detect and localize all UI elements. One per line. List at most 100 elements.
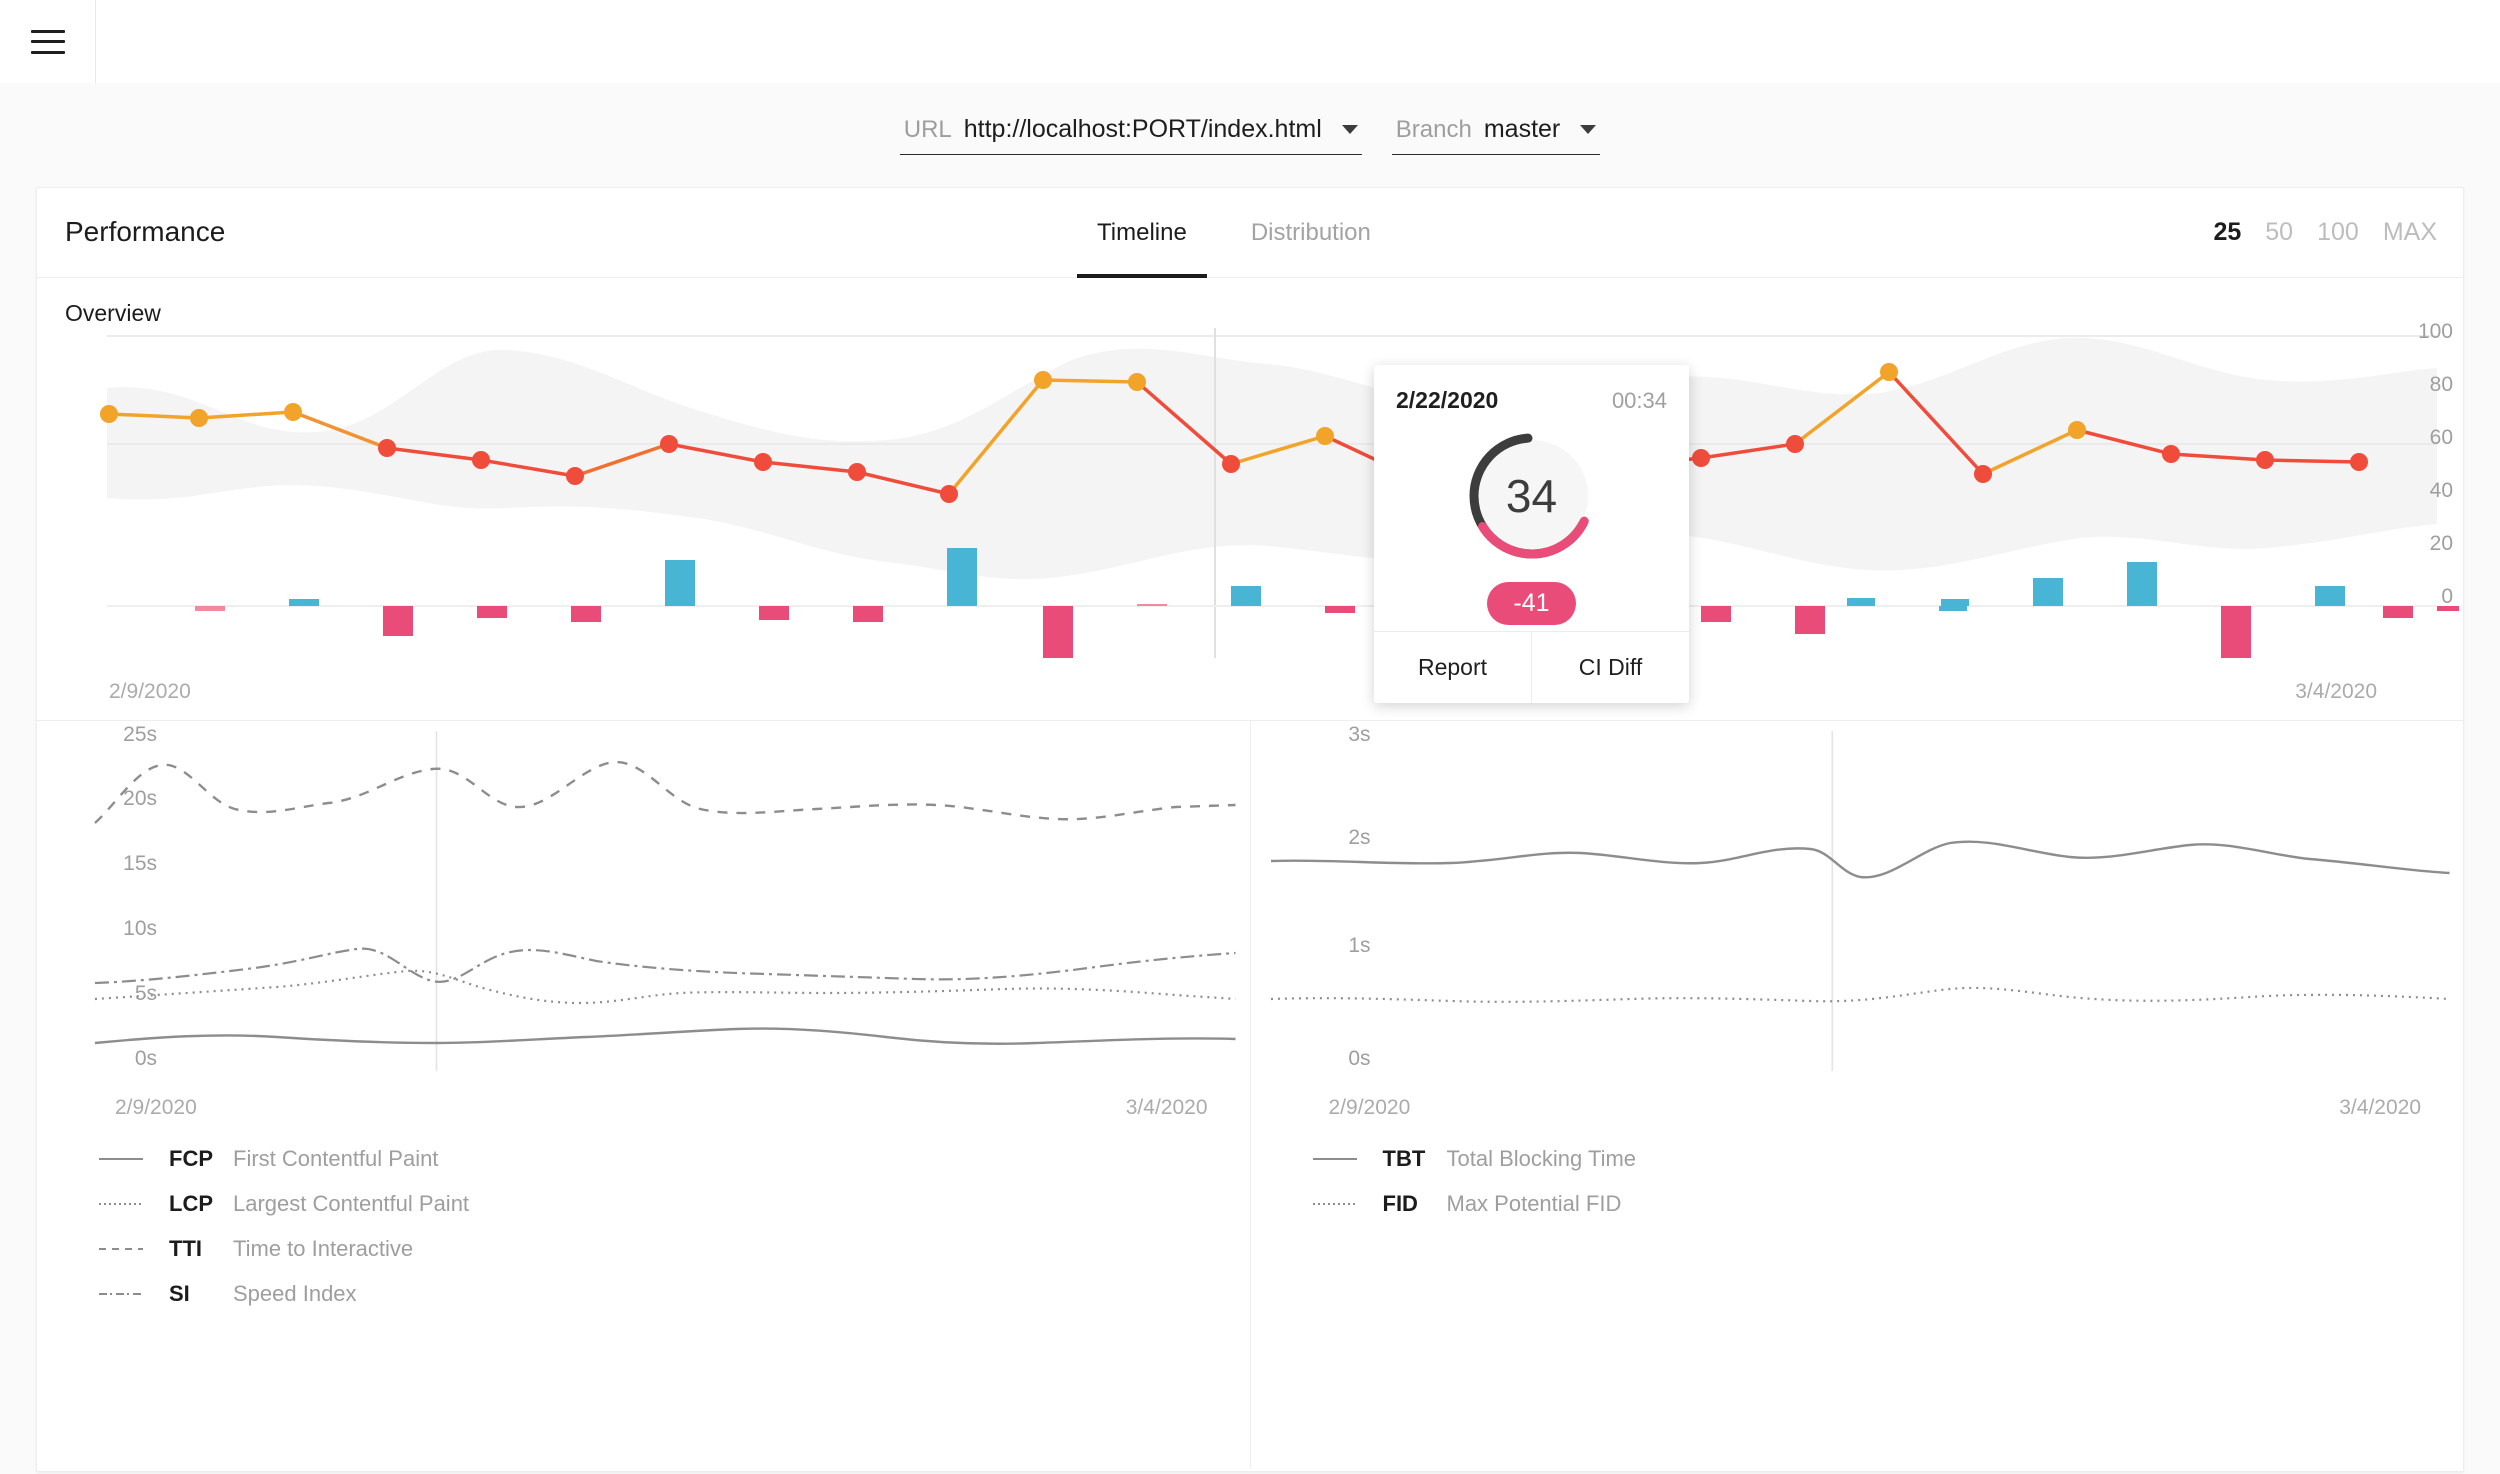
overview-date-end: 3/4/2020	[2295, 680, 2377, 703]
tbt-line	[1270, 840, 2450, 879]
range-100[interactable]: 100	[2317, 218, 2359, 247]
legend-label: Max Potential FID	[1446, 1190, 1622, 1216]
lcp-line	[94, 969, 1236, 1005]
metric-panels: 25s 20s 15s 10s 5s 0s 2/9/2020 3/4/2020 …	[37, 721, 2463, 1469]
legend-abbr: FID	[1382, 1190, 1418, 1216]
fcp-line	[94, 1027, 1236, 1045]
legend-abbr: LCP	[169, 1190, 213, 1216]
legend-abbr: TTI	[169, 1235, 202, 1261]
legend-item-fid[interactable]: FID Max Potential FID	[1312, 1181, 1637, 1226]
y-tick-20: 20	[2429, 532, 2453, 555]
fid-line	[1270, 986, 2450, 1003]
paint-date-axis: 2/9/2020 3/4/2020	[37, 1096, 1250, 1122]
blocking-date-start: 2/9/2020	[1328, 1096, 1411, 1119]
y-tick-25s: 25s	[123, 723, 157, 746]
tooltip-header: 2/22/2020 00:34	[1374, 365, 1689, 418]
report-button[interactable]: Report	[1374, 632, 1531, 703]
tti-swatch-icon	[99, 1247, 143, 1250]
legend-item-tti[interactable]: TTI Time to Interactive	[99, 1226, 469, 1271]
fcp-swatch-icon	[99, 1157, 143, 1160]
y-tick-1s: 1s	[1348, 934, 1371, 957]
card-header: Performance Timeline Distribution 25 50 …	[37, 188, 2463, 278]
y-tick-2s: 2s	[1348, 826, 1371, 849]
legend-item-lcp[interactable]: LCP Largest Contentful Paint	[99, 1181, 469, 1226]
performance-card: Performance Timeline Distribution 25 50 …	[36, 187, 2464, 1472]
ci-diff-button[interactable]: CI Diff	[1531, 632, 1689, 703]
overview-delta-bars[interactable]	[195, 548, 2459, 658]
tbt-swatch-icon	[1312, 1157, 1357, 1160]
blocking-legend: TBT Total Blocking Time FID Max Potentia…	[1312, 1136, 1637, 1226]
tab-timeline[interactable]: Timeline	[1077, 188, 1207, 278]
range-selector: 25 50 100 MAX	[2213, 218, 2437, 247]
overview-y-axis: 100 80 60 40 20 0	[2383, 320, 2453, 618]
legend-abbr: TBT	[1382, 1145, 1426, 1171]
app-bar	[0, 0, 2500, 83]
y-tick-10s: 10s	[123, 917, 157, 940]
y-tick-15s: 15s	[123, 852, 157, 875]
score-gauge: 34	[1458, 422, 1606, 570]
url-selector-value: http://localhost:PORT/index.html	[963, 115, 1322, 143]
y-tick-0s: 0s	[134, 1047, 157, 1070]
fid-swatch-icon	[1312, 1202, 1357, 1205]
y-tick-100: 100	[2417, 320, 2453, 343]
hamburger-menu-icon[interactable]	[30, 29, 65, 54]
chevron-down-icon[interactable]	[1580, 125, 1597, 134]
tooltip-time: 00:34	[1611, 388, 1667, 413]
url-selector[interactable]: URL http://localhost:PORT/index.html	[899, 115, 1362, 155]
range-25[interactable]: 25	[2213, 218, 2241, 247]
y-tick-60: 60	[2429, 426, 2453, 449]
si-swatch-icon	[99, 1292, 143, 1295]
range-max[interactable]: MAX	[2383, 218, 2437, 247]
tooltip-date: 2/22/2020	[1396, 387, 1499, 413]
y-tick-0: 0	[2441, 585, 2453, 608]
legend-item-si[interactable]: SI Speed Index	[99, 1271, 469, 1316]
legend-abbr: FCP	[169, 1145, 213, 1171]
blocking-date-axis: 2/9/2020 3/4/2020	[1251, 1096, 2464, 1122]
y-tick-3s: 3s	[1348, 723, 1371, 746]
legend-label: Time to Interactive	[233, 1235, 414, 1261]
view-tabs: Timeline Distribution	[1077, 188, 1391, 278]
branch-selector-value: master	[1483, 115, 1561, 143]
paint-y-axis: 25s 20s 15s 10s 5s 0s	[97, 723, 157, 1091]
branch-selector[interactable]: Branch master	[1391, 115, 1601, 155]
tti-line	[94, 760, 1236, 824]
tooltip-gauge-wrap: 34 -41	[1374, 418, 1689, 631]
y-tick-80: 80	[2429, 373, 2453, 396]
page-title: Performance	[65, 216, 226, 247]
legend-label: First Contentful Paint	[233, 1145, 439, 1171]
blocking-metrics-chart[interactable]	[1251, 731, 2464, 1091]
paint-metrics-chart[interactable]	[37, 731, 1250, 1091]
filter-bar: URL http://localhost:PORT/index.html Bra…	[0, 83, 2500, 187]
y-tick-40: 40	[2429, 479, 2453, 502]
tab-timeline-label: Timeline	[1097, 219, 1187, 246]
branch-selector-label: Branch	[1395, 116, 1472, 143]
y-tick-20s: 20s	[123, 787, 157, 810]
legend-label: Speed Index	[233, 1280, 357, 1306]
paint-date-start: 2/9/2020	[115, 1096, 197, 1119]
overview-section: Overview 100 80 60 40 20 0 2/9/2020 3/4/…	[37, 278, 2463, 721]
legend-abbr: SI	[169, 1280, 190, 1306]
si-line	[94, 947, 1236, 985]
paint-legend: FCP First Contentful Paint LCP Largest C…	[99, 1136, 469, 1316]
blocking-date-end: 3/4/2020	[2339, 1096, 2421, 1119]
lcp-swatch-icon	[99, 1202, 143, 1205]
range-50[interactable]: 50	[2265, 218, 2293, 247]
tab-distribution[interactable]: Distribution	[1231, 188, 1391, 278]
score-value: 34	[1505, 470, 1558, 522]
legend-label: Total Blocking Time	[1446, 1145, 1637, 1171]
legend-item-fcp[interactable]: FCP First Contentful Paint	[99, 1136, 469, 1181]
paint-metrics-panel: 25s 20s 15s 10s 5s 0s 2/9/2020 3/4/2020 …	[37, 721, 1251, 1469]
app-root: URL http://localhost:PORT/index.html Bra…	[0, 0, 2500, 1474]
overview-chart[interactable]	[37, 328, 2465, 658]
overview-date-axis: 2/9/2020 3/4/2020	[37, 680, 2463, 706]
tab-distribution-label: Distribution	[1250, 219, 1371, 246]
url-selector-label: URL	[903, 116, 952, 143]
y-tick-5s: 5s	[134, 982, 157, 1005]
overview-date-start: 2/9/2020	[109, 680, 191, 703]
overview-label: Overview	[65, 300, 161, 326]
menu-button[interactable]	[0, 0, 96, 83]
legend-item-tbt[interactable]: TBT Total Blocking Time	[1312, 1136, 1637, 1181]
score-tooltip[interactable]: 2/22/2020 00:34 34 -41 Report CI Diff	[1374, 365, 1689, 703]
chevron-down-icon[interactable]	[1341, 125, 1358, 134]
legend-label: Largest Contentful Paint	[233, 1190, 470, 1216]
